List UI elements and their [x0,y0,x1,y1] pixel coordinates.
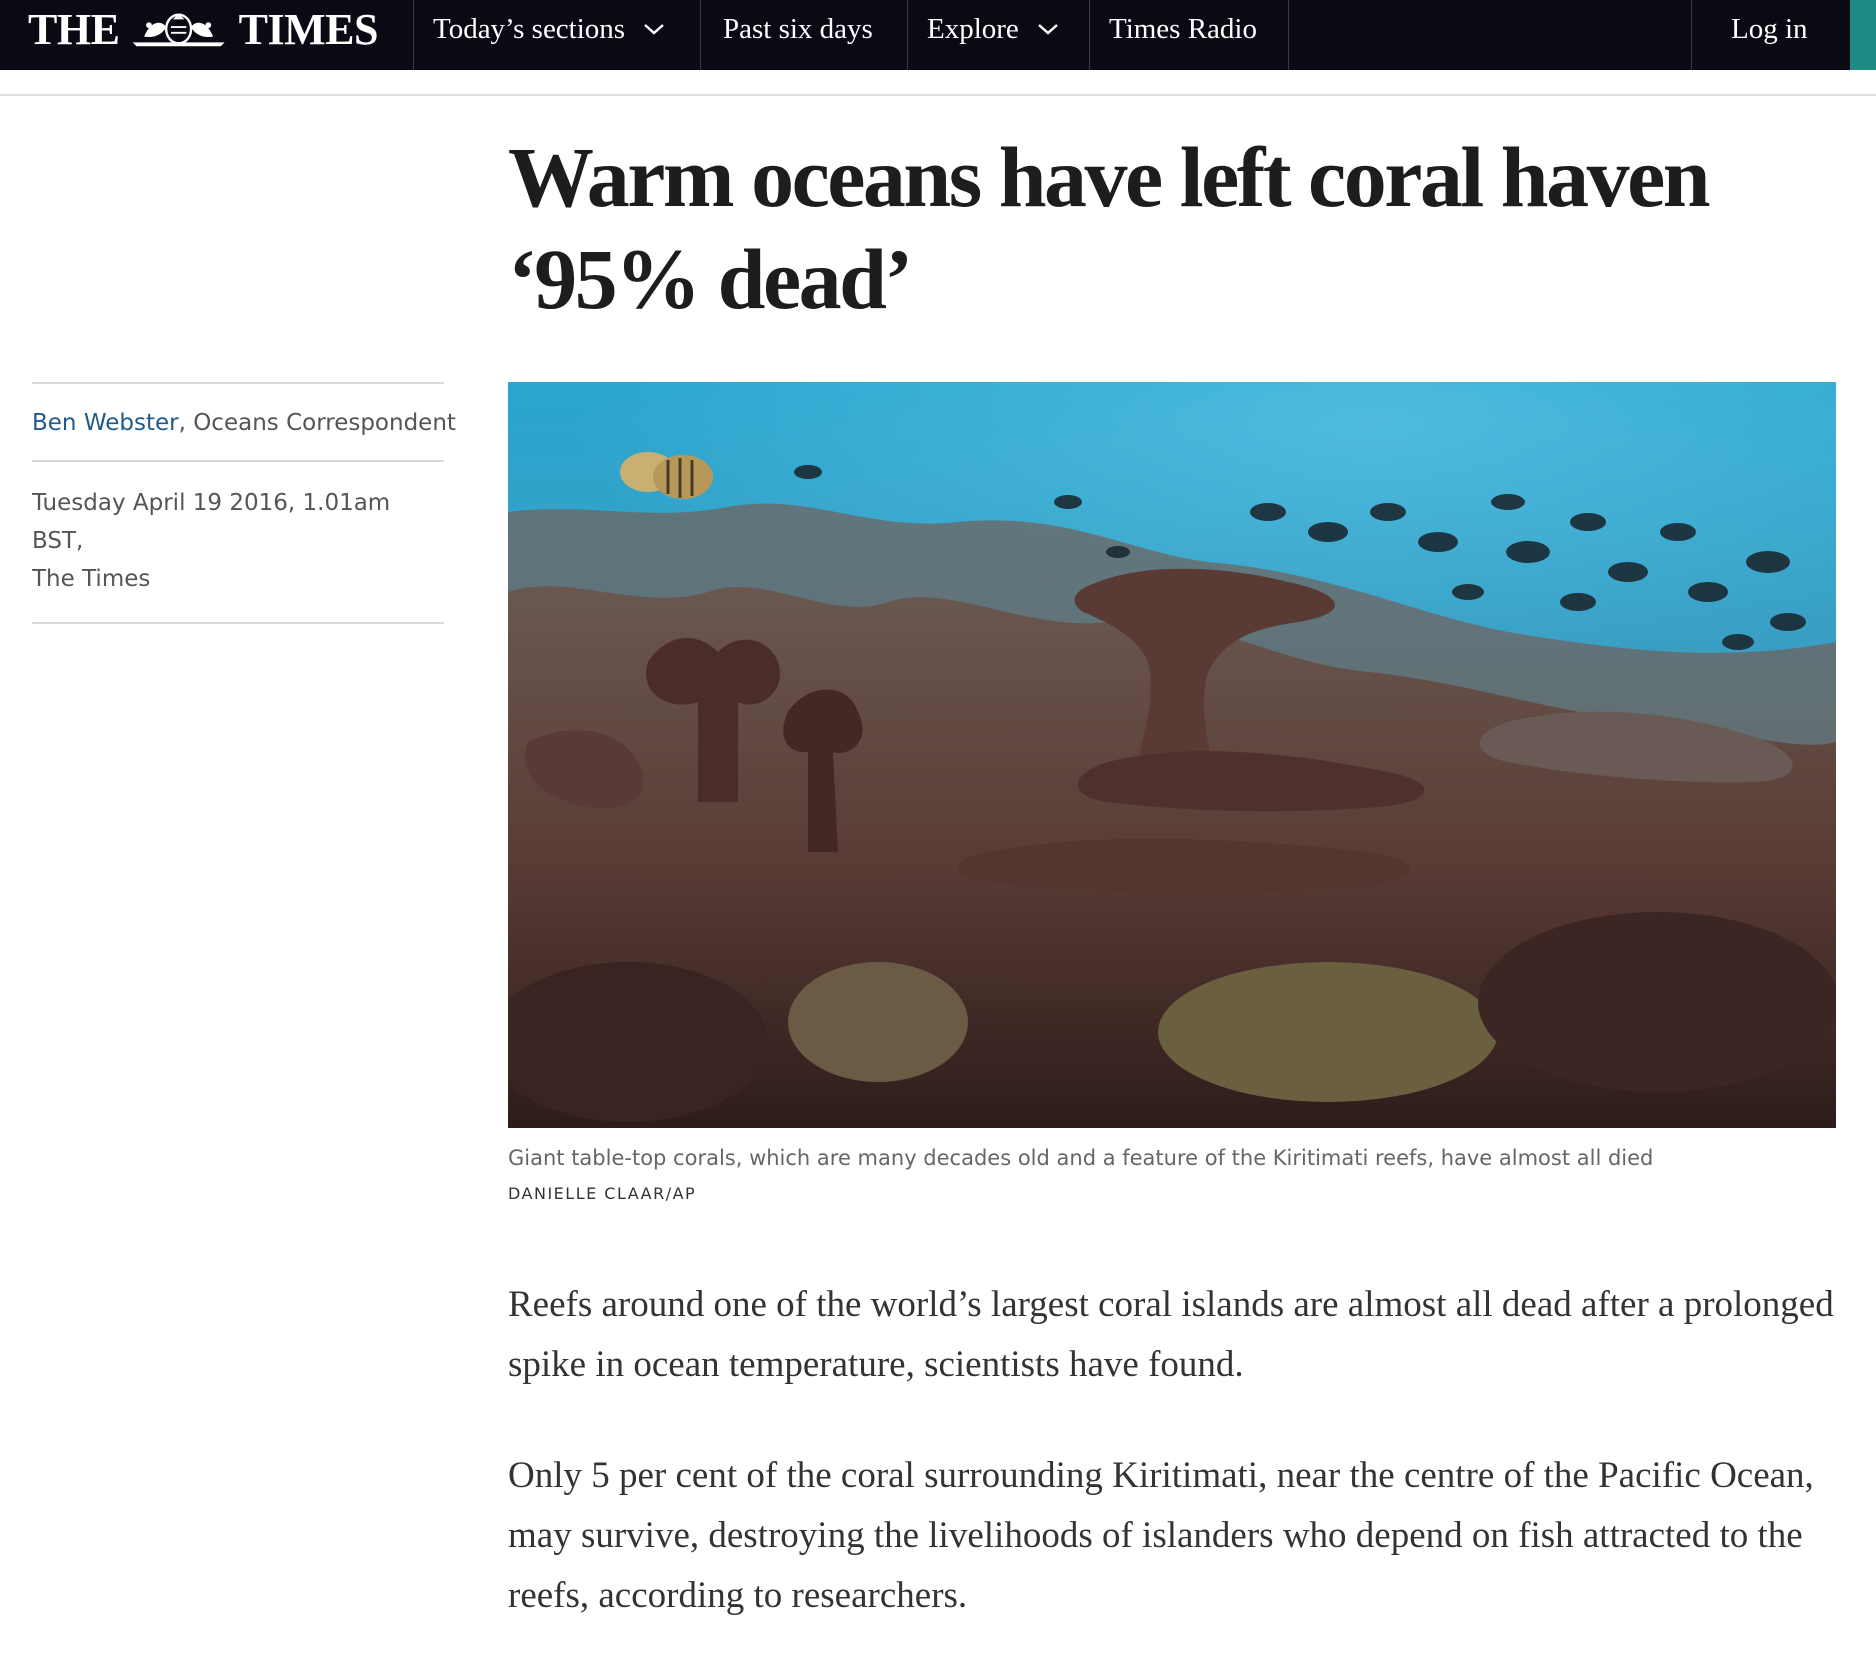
byline: Ben Webster, Oceans Correspondent [32,384,456,460]
meta-divider [32,622,444,624]
article-meta: Ben Webster, Oceans Correspondent Tuesda… [32,382,456,624]
top-navigation-bar: THE TIMES Today’s sections Past six days… [0,0,1876,70]
dateline: Tuesday April 19 2016, 1.01am BST, The T… [32,462,444,622]
login-label: Log in [1731,12,1808,45]
login-button[interactable]: Log in [1731,0,1808,58]
nav-divider [413,0,414,70]
nav-divider [1089,0,1090,70]
chevron-down-icon [1037,24,1058,35]
article-paragraph: Reefs around one of the world’s largest … [508,1284,1834,1385]
author-link[interactable]: Ben Webster [32,410,179,436]
image-caption: Giant table-top corals, which are many d… [508,1146,1654,1170]
lead-image[interactable] [508,382,1836,1128]
nav-item-label: Times Radio [1109,12,1257,45]
nav-divider [700,0,701,70]
times-logo[interactable]: THE TIMES [28,0,379,58]
nav-item-label: Explore [927,12,1019,45]
logo-word-times: TIMES [238,4,379,54]
image-credit: DANIELLE CLAAR/AP [508,1184,697,1203]
publish-date: Tuesday April 19 2016, 1.01am BST, [32,490,391,554]
article-paragraph: Only 5 per cent of the coral surrounding… [508,1455,1814,1616]
publication-name: The Times [32,566,151,592]
nav-accent-strip [1850,0,1876,70]
chevron-down-icon [644,24,664,35]
nav-divider [1288,0,1289,70]
nav-item-label: Today’s sections [433,12,626,45]
nav-divider [1691,0,1692,70]
header-divider [0,94,1876,96]
nav-item-label: Past six days [723,12,873,45]
nav-item-explore[interactable]: Explore [927,0,1059,58]
coral-reef-photo [508,382,1836,1128]
nav-item-times-radio[interactable]: Times Radio [1109,0,1257,58]
author-role: , Oceans Correspondent [178,410,456,436]
nav-item-todays-sections[interactable]: Today’s sections [433,0,665,58]
article-headline: Warm oceans have left coral haven ‘95% d… [508,129,1711,327]
nav-item-past-six-days[interactable]: Past six days [723,0,873,58]
royal-crest-icon [133,13,226,47]
logo-word-the: THE [28,4,120,54]
nav-divider [907,0,908,70]
